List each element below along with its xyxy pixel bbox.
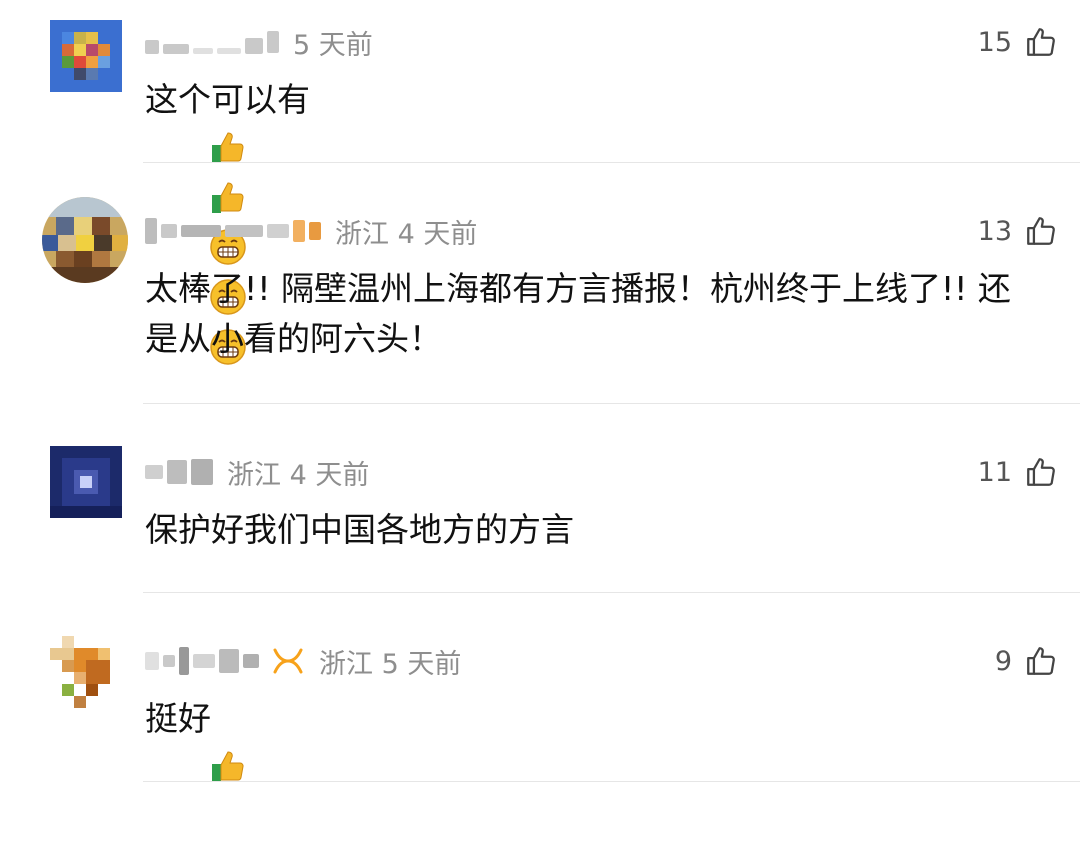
username-blurred[interactable] [145,647,259,675]
divider [143,162,1080,163]
comment-meta: 浙江 5 天前 [145,641,461,681]
like-button[interactable]: 11 [978,452,1058,492]
thumbs-up-outline-icon [1027,217,1055,245]
like-button[interactable]: 15 [978,22,1058,62]
like-count: 15 [977,26,1012,58]
divider [143,781,1080,782]
thumbs-up-icon [211,751,244,782]
thumbs-up-outline-icon [1027,647,1055,675]
comment-text: 保护好我们中国各地方的方言 [145,510,574,549]
avatar[interactable] [50,446,122,518]
avatar[interactable] [42,197,128,283]
divider [143,403,1080,404]
divider [143,592,1080,593]
timestamp: 5 天前 [293,29,373,61]
thumbs-up-icon [211,132,244,163]
avatar[interactable] [50,636,122,708]
thumbs-up-outline-icon [1027,458,1055,486]
comment-meta: 浙江 4 天前 [145,211,477,251]
comment-text: 太棒了!! 隔壁温州上海都有方言播报！杭州终于上线了!! 还是从小看的阿六头！ [145,269,1011,358]
location-timestamp: 浙江 4 天前 [227,459,370,491]
username-blurred[interactable] [145,459,213,485]
comment-text: 挺好 [145,694,1015,844]
like-count: 13 [977,215,1012,247]
username-blurred[interactable] [145,218,321,244]
location-timestamp: 浙江 4 天前 [335,218,478,250]
location-timestamp: 浙江 5 天前 [319,648,462,680]
thumbs-up-outline-icon [1027,28,1055,56]
comment-meta: 5 天前 [145,22,373,62]
comment-meta: 浙江 4 天前 [145,452,369,492]
like-count: 9 [994,645,1012,677]
avatar[interactable] [50,20,122,92]
vip-badge-icon [273,648,303,674]
like-button[interactable]: 13 [978,211,1058,251]
username-blurred[interactable] [145,30,279,54]
like-button[interactable]: 9 [995,641,1058,681]
like-count: 11 [977,456,1012,488]
